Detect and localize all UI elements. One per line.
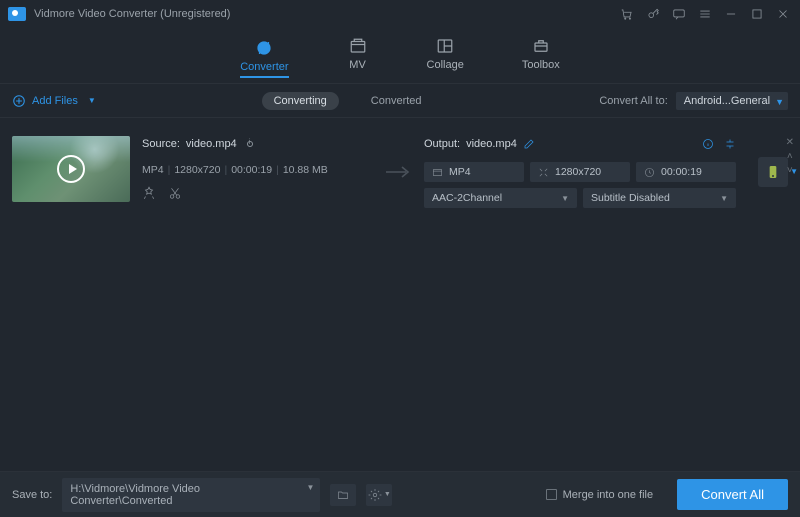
source-format: MP4	[142, 164, 164, 176]
output-resolution-chip: 1280x720	[530, 162, 630, 182]
item-move-down-icon[interactable]: ˅	[787, 166, 793, 176]
close-icon[interactable]	[776, 7, 790, 21]
output-label: Output:	[424, 138, 460, 150]
tab-toolbox[interactable]: Toolbox	[522, 37, 560, 75]
tab-toolbox-label: Toolbox	[522, 59, 560, 71]
feedback-icon[interactable]	[672, 7, 686, 21]
chevron-down-icon: ▼	[88, 96, 96, 105]
chevron-down-icon: ▼	[384, 491, 391, 498]
edit-name-icon[interactable]	[523, 138, 535, 150]
arrow-icon	[384, 165, 412, 179]
sub-bar: Add Files ▼ Converting Converted Convert…	[0, 84, 800, 118]
item-controls: ✕ ˄ ˅	[786, 138, 794, 176]
save-to-label: Save to:	[12, 489, 52, 501]
source-label: Source:	[142, 138, 180, 150]
merge-label: Merge into one file	[563, 489, 654, 501]
maximize-icon[interactable]	[750, 7, 764, 21]
video-thumbnail[interactable]	[12, 136, 130, 202]
output-props: MP4 1280x720 00:00:19	[424, 162, 736, 182]
info-icon[interactable]	[247, 141, 253, 147]
add-files-label: Add Files	[32, 95, 78, 107]
info-output-icon[interactable]	[702, 138, 714, 150]
window-title: Vidmore Video Converter (Unregistered)	[34, 8, 230, 20]
app-logo-icon	[8, 7, 26, 21]
save-to-select[interactable]: H:\Vidmore\Vidmore Video Converter\Conve…	[62, 478, 320, 512]
main-tabs: Converter MV Collage Toolbox	[0, 28, 800, 84]
tab-collage[interactable]: Collage	[427, 37, 464, 75]
output-column: Output: video.mp4 MP4 1280x720	[424, 136, 736, 208]
output-duration: 00:00:19	[661, 166, 702, 178]
file-item: Source: video.mp4 MP4|1280x720|00:00:19|…	[0, 128, 800, 216]
minimize-icon[interactable]	[724, 7, 738, 21]
tab-mv[interactable]: MV	[347, 37, 369, 75]
cut-icon[interactable]	[168, 186, 182, 200]
tab-converter[interactable]: Converter	[240, 39, 288, 78]
settings-button[interactable]: ▼	[366, 484, 392, 506]
checkbox-icon	[546, 489, 557, 500]
file-list: Source: video.mp4 MP4|1280x720|00:00:19|…	[0, 118, 800, 471]
output-duration-chip: 00:00:19	[636, 162, 736, 182]
output-format: MP4	[449, 166, 471, 178]
convert-all-to-select[interactable]: Android...General ▼	[676, 92, 788, 110]
titlebar-actions	[620, 7, 790, 21]
output-format-chip: MP4	[424, 162, 524, 182]
titlebar: Vidmore Video Converter (Unregistered)	[0, 0, 800, 28]
merge-checkbox[interactable]: Merge into one file	[546, 489, 654, 501]
convert-all-to: Convert All to: Android...General ▼	[599, 92, 788, 110]
footer-bar: Save to: H:\Vidmore\Vidmore Video Conver…	[0, 471, 800, 517]
output-tracks: AAC-2Channel ▼ Subtitle Disabled ▼	[424, 188, 736, 208]
chevron-down-icon: ▼	[561, 194, 569, 203]
status-segment: Converting Converted	[262, 92, 434, 110]
play-icon[interactable]	[57, 155, 85, 183]
menu-icon[interactable]	[698, 7, 712, 21]
save-to-path: H:\Vidmore\Vidmore Video Converter\Conve…	[70, 483, 200, 507]
item-remove-icon[interactable]: ✕	[786, 138, 794, 148]
tab-collage-label: Collage	[427, 59, 464, 71]
source-meta: MP4|1280x720|00:00:19|10.88 MB	[142, 164, 372, 176]
chevron-down-icon: ▼	[306, 483, 314, 492]
convert-all-button[interactable]: Convert All	[677, 479, 788, 510]
convert-all-to-label: Convert All to:	[599, 95, 667, 107]
subtitle-value: Subtitle Disabled	[591, 192, 670, 204]
compress-icon[interactable]	[724, 138, 736, 150]
output-profile-button[interactable]: ▼	[758, 157, 788, 187]
audio-track-value: AAC-2Channel	[432, 192, 502, 204]
source-resolution: 1280x720	[174, 164, 220, 176]
add-files-button[interactable]: Add Files ▼	[12, 94, 96, 108]
open-folder-button[interactable]	[330, 484, 356, 506]
source-size: 10.88 MB	[283, 164, 328, 176]
source-duration: 00:00:19	[231, 164, 272, 176]
source-filename: video.mp4	[186, 138, 237, 150]
output-resolution: 1280x720	[555, 166, 601, 178]
output-filename: video.mp4	[466, 138, 517, 150]
item-tools	[142, 186, 372, 200]
tab-mv-label: MV	[349, 59, 366, 71]
seg-converting[interactable]: Converting	[262, 92, 339, 110]
chevron-down-icon: ▼	[775, 97, 784, 107]
chevron-down-icon: ▼	[720, 194, 728, 203]
audio-track-select[interactable]: AAC-2Channel ▼	[424, 188, 577, 208]
edit-effects-icon[interactable]	[142, 186, 156, 200]
subtitle-select[interactable]: Subtitle Disabled ▼	[583, 188, 736, 208]
item-move-up-icon[interactable]: ˄	[787, 152, 793, 162]
convert-all-to-value: Android...General	[684, 95, 770, 107]
register-key-icon[interactable]	[646, 7, 660, 21]
purchase-icon[interactable]	[620, 7, 634, 21]
source-column: Source: video.mp4 MP4|1280x720|00:00:19|…	[142, 136, 372, 208]
tab-converter-label: Converter	[240, 61, 288, 73]
seg-converted[interactable]: Converted	[359, 92, 434, 110]
